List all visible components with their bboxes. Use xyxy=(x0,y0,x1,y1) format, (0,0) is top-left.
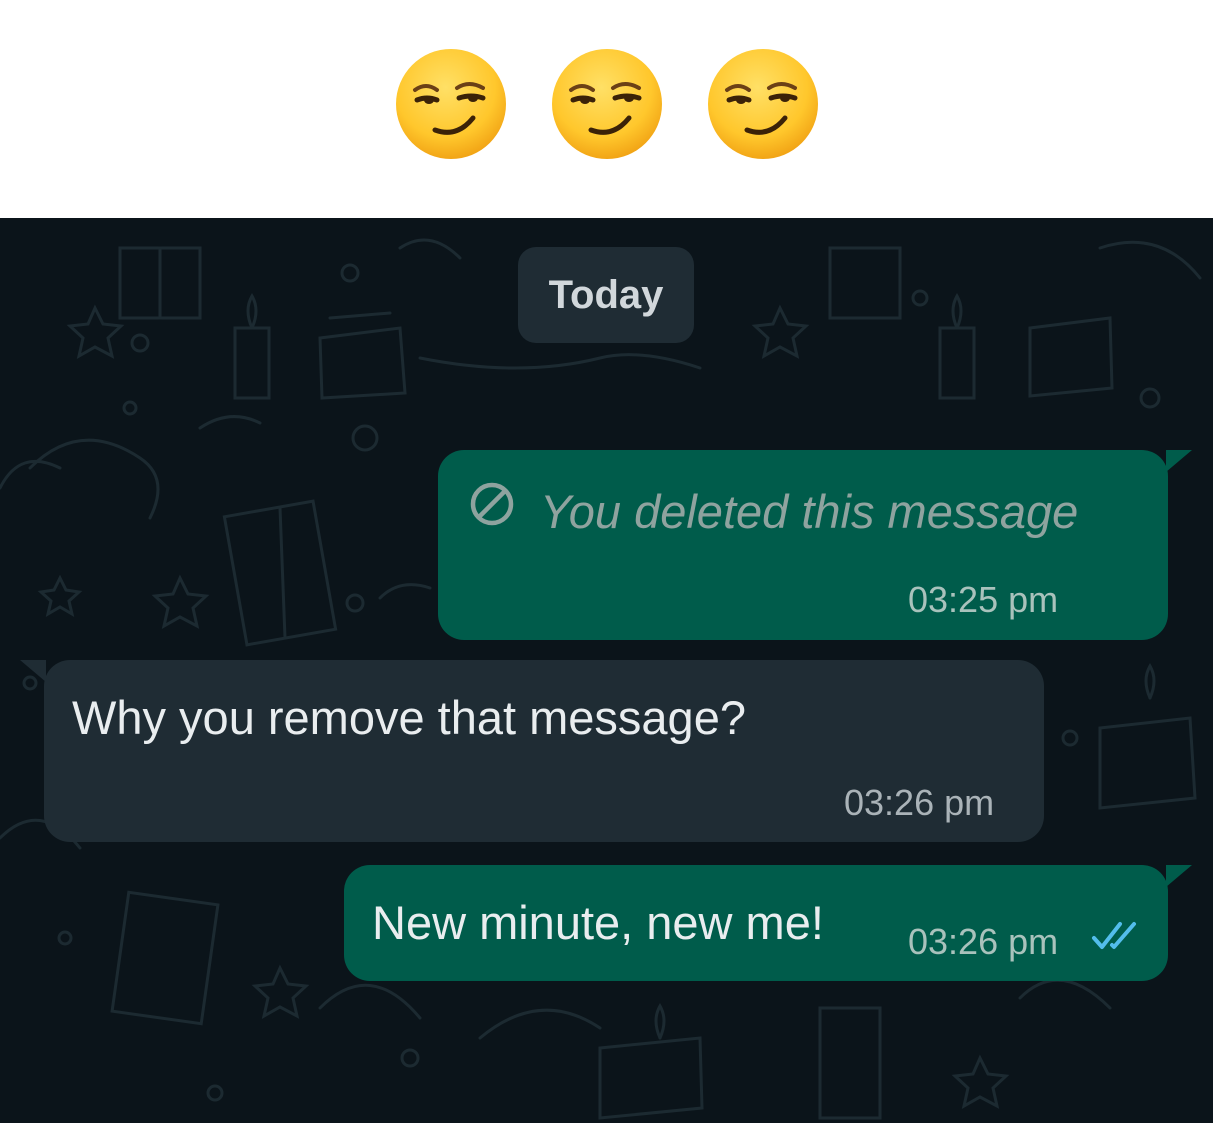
screenshot: Today You deleted this message 03:25 pm … xyxy=(0,0,1213,1123)
bubble-tail xyxy=(20,660,46,682)
caption-area xyxy=(0,0,1213,218)
date-separator-label: Today xyxy=(548,272,664,317)
bubble-tail xyxy=(1166,865,1192,887)
smirking-face-emoji xyxy=(393,46,509,162)
smirking-face-emoji xyxy=(549,46,665,162)
date-separator: Today xyxy=(518,247,694,343)
double-check-icon xyxy=(1090,918,1144,954)
bubble-tail xyxy=(1166,450,1192,472)
message-timestamp: 03:26 pm xyxy=(908,921,1059,962)
smirking-face-emoji xyxy=(705,46,821,162)
message-timestamp: 03:25 pm xyxy=(908,579,1059,620)
message-text: New minute, new me! xyxy=(372,896,824,949)
deleted-icon xyxy=(468,480,516,528)
deleted-message-text: You deleted this message xyxy=(540,485,1079,538)
chat-window[interactable]: Today You deleted this message 03:25 pm … xyxy=(0,218,1213,1123)
outgoing-message-bubble[interactable] xyxy=(438,450,1168,640)
message-timestamp: 03:26 pm xyxy=(844,782,995,823)
message-text: Why you remove that message? xyxy=(72,691,746,744)
